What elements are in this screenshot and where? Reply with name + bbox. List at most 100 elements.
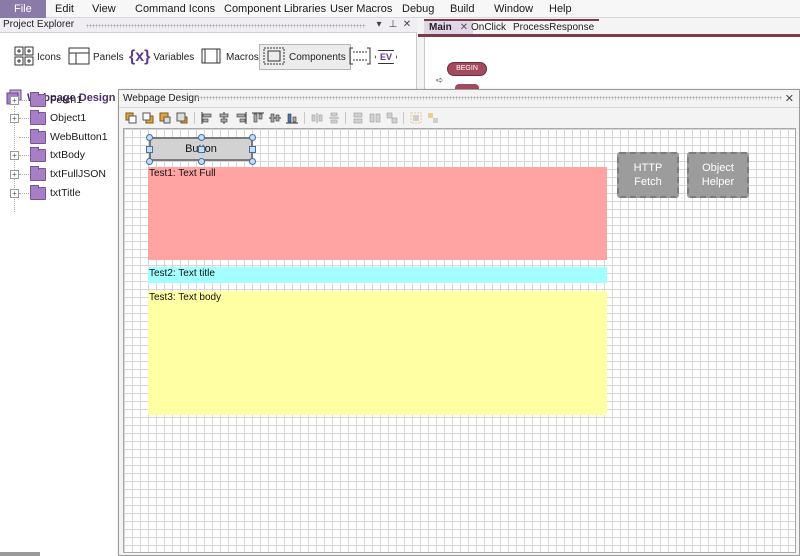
folder-icon [30,146,46,162]
expand-icon[interactable]: + [10,95,19,105]
drag-grip[interactable] [197,96,782,100]
project-explorer-header: Project Explorer ▾ ⊥ ✕ [0,18,417,33]
project-explorer-title: Project Explorer [3,19,75,30]
webpage-design-header[interactable]: Webpage Design ✕ [119,90,799,108]
resize-handle[interactable] [146,158,153,165]
text-full-block[interactable]: Test1: Text Full [148,167,607,260]
menu-command-icons[interactable]: Command Icons [135,0,215,18]
tab-processresponse-label: ProcessResponse [513,22,595,33]
panels-button[interactable]: Panels [68,44,124,70]
panels-label: Panels [93,51,124,63]
menu-window[interactable]: Window [494,0,533,18]
menu-help[interactable]: Help [549,0,572,18]
begin-node[interactable]: BEGIN [447,62,487,76]
menu-view[interactable]: View [92,0,116,18]
menu-debug[interactable]: Debug [402,0,434,18]
status-strip [0,552,40,556]
tree-item-object1[interactable]: + Object1 [10,109,86,127]
expand-icon[interactable]: + [10,150,19,160]
toolbar-separator [194,112,195,124]
icons-grid-icon [14,46,34,69]
tree-item-txtfulljson[interactable]: + txtFullJSON [10,165,106,183]
align-center-icon[interactable] [218,112,230,124]
close-icon[interactable]: ✕ [785,92,794,105]
group-icon[interactable] [410,112,422,124]
macros-label: Macros [226,51,259,63]
flowchart-canvas[interactable]: BEGIN ➪ [424,37,800,89]
text-body-block[interactable]: Test3: Text body [148,291,607,415]
design-toolbar [119,109,799,127]
distribute-vertical-icon[interactable] [328,112,340,124]
http-fetch-component[interactable]: HTTP Fetch [617,152,679,198]
resize-handle[interactable] [249,146,256,153]
pin-icon[interactable]: ⊥ [387,18,399,32]
tab-onclick[interactable]: OnClick [466,19,512,35]
drag-grip[interactable] [86,24,366,28]
resize-handle[interactable] [198,158,205,165]
send-backward-icon[interactable] [142,112,154,124]
ungroup-icon[interactable] [427,112,439,124]
components-label: Components [289,51,346,63]
object-helper-component[interactable]: Object Helper [687,152,749,198]
variables-button[interactable]: {x} Variables [129,44,194,70]
tab-onclick-label: OnClick [471,22,507,33]
menu-user-macros[interactable]: User Macros [330,0,392,18]
same-height-icon[interactable] [369,112,381,124]
menu-build[interactable]: Build [450,0,474,18]
tab-processresponse[interactable]: ProcessResponse [508,19,600,35]
expand-icon[interactable]: + [10,113,19,123]
menu-file[interactable]: File [0,0,46,18]
bring-to-front-icon[interactable] [159,112,171,124]
tree-item-fetch1[interactable]: + Fetch1 [10,91,82,109]
design-canvas[interactable]: Button Test1: Text Full Test2: Text titl… [123,128,796,553]
same-size-icon[interactable] [386,112,398,124]
webpage-design-window: Webpage Design ✕ Button [118,89,800,556]
resize-handle[interactable] [198,146,205,153]
align-bottom-icon[interactable] [286,112,298,124]
distribute-horizontal-icon[interactable] [311,112,323,124]
variables-icon: {x} [129,48,151,65]
tree-connector [19,117,29,119]
resize-handle[interactable] [146,134,153,141]
tree-item-label: Object1 [50,112,87,124]
events-button[interactable]: EV [375,44,398,70]
menu-edit[interactable]: Edit [55,0,74,18]
tree-item-webbutton1[interactable]: WebButton1 [10,128,108,146]
http-fetch-line1: HTTP [633,162,663,174]
toolbar-separator [403,112,404,124]
toolbar-separator [304,112,305,124]
variables-label: Variables [153,51,195,63]
align-left-icon[interactable] [201,112,213,124]
expand-icon[interactable]: + [10,169,19,179]
dropdown-icon[interactable]: ▾ [373,18,385,32]
align-top-icon[interactable] [252,112,264,124]
icons-button[interactable]: Icons [14,44,61,70]
macros-icon [199,46,223,69]
menu-component-libraries[interactable]: Component Libraries [224,0,326,18]
menu-bar: File Edit View Command Icons Component L… [0,0,800,18]
brackets-button[interactable] [347,44,376,70]
object-helper-line2: Helper [701,176,735,188]
tree-connector [19,136,29,138]
http-fetch-line2: Fetch [634,176,662,188]
align-right-icon[interactable] [235,112,247,124]
align-middle-icon[interactable] [269,112,281,124]
close-icon[interactable]: ✕ [401,18,413,32]
expand-icon[interactable]: + [10,188,19,198]
same-width-icon[interactable] [352,112,364,124]
folder-icon [30,165,46,181]
macros-button[interactable]: Macros [199,44,259,70]
tree-connector [19,192,29,194]
icons-label: Icons [37,51,61,63]
tree-item-txttitle[interactable]: + txtTitle [10,184,81,202]
resize-handle[interactable] [146,146,153,153]
components-button[interactable]: Components [259,44,351,70]
bring-forward-icon[interactable] [125,112,137,124]
text-title-block[interactable]: Test2: Text title [148,267,607,283]
resize-handle[interactable] [198,134,205,141]
folder-icon [30,109,46,125]
resize-handle[interactable] [249,134,256,141]
resize-handle[interactable] [249,158,256,165]
tree-item-txtbody[interactable]: + txtBody [10,146,85,164]
send-to-back-icon[interactable] [176,112,188,124]
